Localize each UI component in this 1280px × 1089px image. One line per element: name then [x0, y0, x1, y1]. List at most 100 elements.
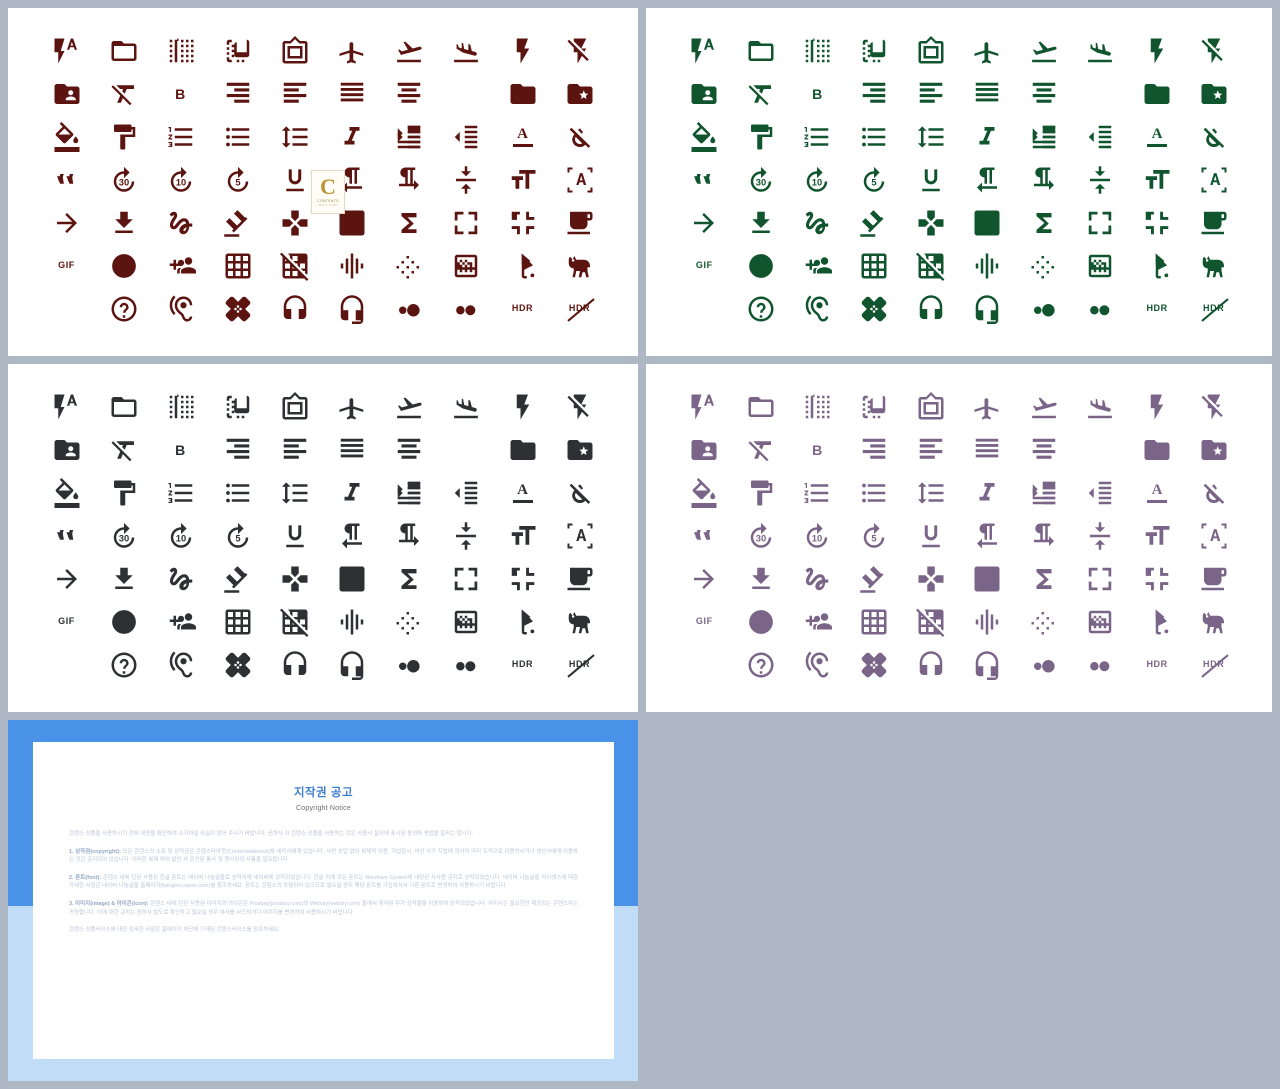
grid-on-icon[interactable]	[223, 607, 253, 637]
flip-to-front-icon[interactable]	[802, 36, 832, 66]
folder-open-icon[interactable]	[746, 392, 776, 422]
format-size-icon[interactable]	[1142, 521, 1172, 551]
headset-mic-icon[interactable]	[337, 650, 367, 680]
format-align-justify-icon[interactable]	[972, 435, 1002, 465]
format-color-fill-icon[interactable]	[52, 478, 82, 509]
format-underlined-icon[interactable]: A	[1142, 478, 1172, 508]
format-underline-u-icon[interactable]	[280, 521, 310, 551]
flight-land-icon[interactable]	[451, 392, 481, 422]
selection-frame-icon[interactable]	[565, 521, 595, 551]
format-color-fill-icon[interactable]	[689, 478, 719, 509]
flash-auto-icon[interactable]	[52, 36, 82, 66]
grid-on-icon[interactable]	[859, 607, 889, 637]
folder-shared-icon[interactable]	[689, 435, 719, 465]
format-italic-icon[interactable]	[972, 122, 1002, 152]
movie-reel-icon[interactable]	[746, 607, 776, 637]
gesture-icon[interactable]	[166, 564, 196, 594]
g-translate-icon[interactable]	[337, 564, 367, 594]
flight-land-icon[interactable]	[1085, 392, 1115, 422]
format-textdirection-l-to-r-icon[interactable]	[394, 165, 424, 195]
get-app-icon[interactable]	[746, 208, 776, 238]
folder-shared-icon[interactable]	[52, 79, 82, 109]
filter-frames-icon[interactable]	[916, 392, 946, 422]
flight-takeoff-icon[interactable]	[394, 36, 424, 66]
folder-special-icon[interactable]	[1199, 435, 1229, 465]
forward-5-icon[interactable]: 5	[223, 165, 253, 195]
flash-on-icon[interactable]	[1142, 392, 1172, 422]
headset-mic-icon[interactable]	[972, 650, 1002, 680]
gradient-icon[interactable]	[451, 251, 481, 281]
grid-on-icon[interactable]	[859, 251, 889, 281]
format-underline-u-icon[interactable]	[280, 165, 310, 195]
group-add-icon[interactable]	[166, 251, 196, 281]
format-list-bulleted-icon[interactable]	[223, 122, 253, 152]
format-size-icon[interactable]	[1142, 165, 1172, 195]
forward-10-icon[interactable]: 10	[802, 521, 832, 551]
hdr-on-icon[interactable]: HDR	[1142, 650, 1172, 680]
forward-5-icon[interactable]: 5	[859, 165, 889, 195]
flight-land-icon[interactable]	[451, 36, 481, 66]
arrow-forward-icon[interactable]	[52, 564, 82, 594]
group-work-filled-icon[interactable]	[1085, 650, 1115, 680]
format-align-center-icon[interactable]	[1029, 435, 1059, 465]
group-work-filled-icon[interactable]	[451, 294, 481, 324]
forward-30-icon[interactable]: 30	[109, 165, 139, 195]
gavel-icon[interactable]	[859, 208, 889, 238]
format-align-right-icon[interactable]	[223, 79, 253, 109]
format-quote-icon[interactable]	[689, 165, 719, 195]
gamepad-icon[interactable]	[916, 564, 946, 594]
format-textdirection-l-to-r-icon[interactable]	[1029, 165, 1059, 195]
format-italic-icon[interactable]	[337, 122, 367, 152]
functions-icon[interactable]	[1029, 564, 1059, 594]
fullscreen-exit-icon[interactable]	[1142, 564, 1172, 594]
format-clear-icon[interactable]	[109, 435, 139, 465]
headset-icon[interactable]	[916, 650, 946, 680]
format-color-reset-icon[interactable]	[1199, 122, 1229, 152]
golf-course-icon[interactable]	[1142, 251, 1172, 281]
slide-icon-sheet-purple[interactable]: BAA30105GIFHDHDRHDR C CONTENTS MALL.COM	[646, 364, 1272, 712]
flash-off-icon[interactable]	[565, 392, 595, 422]
format-textdirection-r-to-l-icon[interactable]	[972, 165, 1002, 195]
grain-icon[interactable]	[1029, 251, 1059, 281]
fullscreen-exit-icon[interactable]	[508, 208, 538, 238]
graphic-eq-icon[interactable]	[972, 607, 1002, 637]
format-quote-icon[interactable]	[52, 165, 82, 195]
gif-icon[interactable]: GIF	[52, 607, 82, 637]
forward-10-icon[interactable]: 10	[166, 521, 196, 551]
format-size-icon[interactable]	[508, 165, 538, 195]
flip-to-back-icon[interactable]	[859, 392, 889, 422]
slide-copyright-notice[interactable]: 지작권 공고 Copyright Notice 콘텐스 상품을 사용하시기 전에…	[8, 720, 638, 1081]
format-quote-icon[interactable]	[52, 521, 82, 551]
vertical-align-center-icon[interactable]	[1085, 165, 1115, 195]
format-bold-icon[interactable]: B	[802, 435, 832, 465]
format-size-icon[interactable]	[508, 521, 538, 551]
format-color-fill-icon[interactable]	[52, 122, 82, 153]
group-add-icon[interactable]	[802, 607, 833, 637]
grid-off-icon[interactable]	[915, 251, 946, 281]
flight-icon[interactable]	[972, 392, 1002, 422]
gif-icon[interactable]: GIF	[689, 607, 719, 637]
format-indent-decrease-icon[interactable]	[451, 478, 481, 508]
forward-5-icon[interactable]: 5	[223, 521, 253, 551]
font-download-icon[interactable]: A	[1085, 435, 1115, 465]
gamepad-icon[interactable]	[280, 564, 310, 594]
graphic-eq-icon[interactable]	[337, 607, 367, 637]
headset-mic-icon[interactable]	[972, 294, 1002, 324]
format-clear-icon[interactable]	[109, 79, 139, 109]
format-italic-icon[interactable]	[337, 478, 367, 508]
pets-goat-icon[interactable]	[565, 251, 595, 281]
format-align-center-icon[interactable]	[1029, 79, 1059, 109]
hearing-icon[interactable]	[802, 294, 832, 324]
selection-frame-icon[interactable]	[1199, 165, 1229, 195]
gif-icon[interactable]: GIF	[52, 251, 82, 281]
fullscreen-icon[interactable]	[451, 208, 481, 238]
format-indent-increase-icon[interactable]	[394, 478, 424, 508]
golf-course-icon[interactable]	[508, 251, 538, 281]
filter-frames-icon[interactable]	[916, 36, 946, 66]
functions-icon[interactable]	[394, 208, 424, 238]
folder-icon[interactable]	[508, 79, 538, 109]
format-underlined-icon[interactable]: A	[508, 478, 538, 508]
flash-auto-icon[interactable]	[689, 36, 719, 66]
headset-icon[interactable]	[280, 294, 310, 324]
folder-shared-icon[interactable]	[52, 435, 82, 465]
